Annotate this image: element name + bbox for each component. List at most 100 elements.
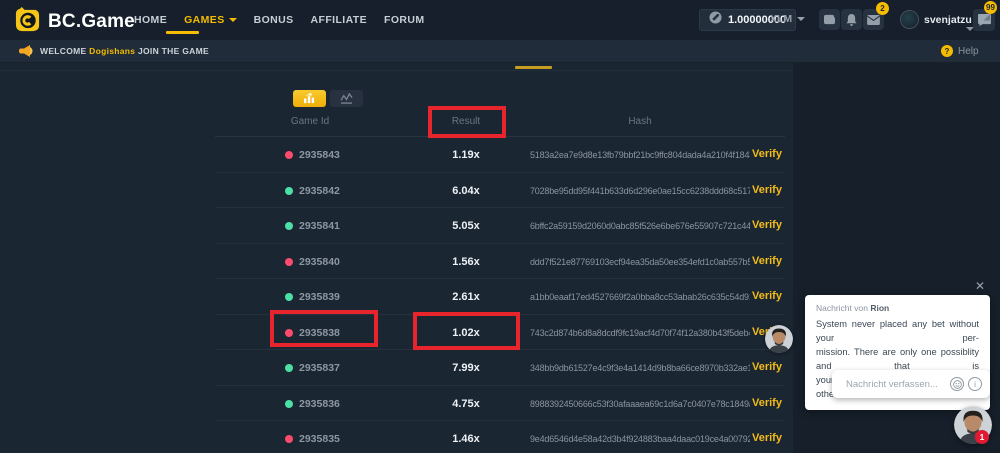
verify-link[interactable]: Verify — [752, 290, 782, 302]
bar-chart-icon — [303, 93, 316, 104]
welcome-username: Dogishans — [89, 46, 135, 56]
status-dot — [285, 400, 293, 408]
currency-selector[interactable]: XLM — [770, 13, 805, 25]
result-value: 2.61x — [395, 291, 537, 303]
announcement-bar: WELCOME Dogishans JOIN THE GAME ? Help — [0, 40, 1000, 63]
brand-name: BC.Game — [48, 11, 135, 33]
table-body: 2935843 1.19x 5183a2ea7e9d8e13fb79bbf21b… — [215, 137, 785, 453]
chat-input[interactable] — [846, 379, 946, 390]
emoji-icon[interactable] — [950, 377, 964, 391]
active-nav-underline — [166, 31, 199, 34]
status-dot — [285, 364, 293, 372]
game-id: 2935839 — [299, 291, 340, 303]
status-dot — [285, 293, 293, 301]
status-dot — [285, 435, 293, 443]
megaphone-icon — [19, 45, 33, 63]
welcome-suffix: JOIN THE GAME — [138, 46, 209, 56]
bell-icon — [846, 14, 857, 26]
column-header-hash: Hash — [585, 116, 695, 127]
coin-icon — [709, 11, 722, 29]
chat-bubble-icon — [978, 14, 991, 26]
table-row: 2935836 4.75x 8988392450666c53f30afaaaea… — [215, 386, 785, 422]
chat-from-label: Nachricht von — [816, 303, 868, 313]
hash-value: 7028be95dd95f441b633d6d296e0ae15cc6238dd… — [530, 186, 750, 196]
annotation-box-game-id-2935838 — [270, 310, 378, 347]
hash-value: a1bb0eaaf17ed4527669f2a0bba8cc53abab26c6… — [530, 292, 750, 302]
wallet-button[interactable] — [819, 9, 840, 30]
mail-icon — [867, 15, 880, 25]
mail-count-badge: 2 — [876, 2, 889, 15]
help-button[interactable]: ? Help — [941, 45, 979, 57]
game-id: 2935840 — [299, 256, 340, 268]
result-value: 1.19x — [395, 149, 537, 161]
game-id: 2935842 — [299, 185, 340, 197]
close-icon[interactable]: ✕ — [975, 279, 985, 293]
info-icon[interactable]: i — [968, 377, 982, 391]
verify-link[interactable]: Verify — [752, 397, 782, 409]
game-id: 2935843 — [299, 149, 340, 161]
chat-sender-name: Rion — [870, 303, 889, 313]
table-row: 2935837 7.99x 348bb9db61527e4c9f3e4a1414… — [215, 350, 785, 386]
annotation-box-result-header — [428, 106, 506, 138]
result-value: 5.05x — [395, 220, 537, 232]
welcome-message: WELCOME Dogishans JOIN THE GAME — [40, 46, 209, 56]
status-dot — [285, 151, 293, 159]
user-avatar[interactable] — [900, 10, 919, 29]
chat-unread-badge: 1 — [975, 430, 989, 444]
brand-logo[interactable]: BC.Game — [14, 6, 135, 38]
hash-value: 348bb9db61527e4c9f3e4a1414d9b8ba66ce8970… — [530, 363, 750, 373]
sender-avatar — [765, 325, 793, 353]
status-dot — [285, 187, 293, 195]
nav-games[interactable]: GAMES — [184, 14, 237, 26]
wallet-icon — [823, 14, 836, 25]
hash-value: 8988392450666c53f30afaaaea69c1d6a7c0407e… — [530, 399, 750, 409]
chat-from-line: Nachricht von Rion — [816, 303, 979, 313]
top-header: BC.Game HOME GAMES BONUS AFFILIATE FORUM… — [0, 0, 1000, 40]
active-tab-underline — [515, 66, 552, 69]
nav-forum[interactable]: FORUM — [384, 14, 425, 26]
chevron-down-icon — [797, 17, 805, 21]
verify-link[interactable]: Verify — [752, 184, 782, 196]
verify-link[interactable]: Verify — [752, 255, 782, 267]
verify-link[interactable]: Verify — [752, 432, 782, 444]
status-dot — [285, 222, 293, 230]
annotation-box-result-1-02x — [413, 312, 520, 350]
currency-code: XLM — [770, 13, 792, 25]
verify-link[interactable]: Verify — [752, 219, 782, 231]
verify-link[interactable]: Verify — [752, 361, 782, 373]
result-value: 1.56x — [395, 256, 537, 268]
game-id: 2935841 — [299, 220, 340, 232]
nav-bonus[interactable]: BONUS — [254, 14, 294, 26]
chevron-down-icon — [229, 18, 237, 22]
welcome-prefix: WELCOME — [40, 46, 86, 56]
result-value: 4.75x — [395, 398, 537, 410]
notifications-button[interactable] — [841, 9, 862, 30]
chat-input-pill: i — [832, 370, 990, 398]
hash-value: 9e4d6546d4e58a42d3b4f924883baa4daac019ce… — [530, 434, 750, 444]
hash-value: 6bffc2a59159d2060d0abc85f526e6be676e5590… — [530, 221, 750, 231]
trend-line-icon — [340, 93, 353, 104]
question-mark-icon: ? — [941, 45, 953, 57]
status-dot — [285, 258, 293, 266]
hash-value: 743c2d874b6d8a8dcdf9fc19acf4d70f74f12a38… — [530, 328, 750, 338]
result-value: 1.46x — [395, 433, 537, 445]
game-id: 2935836 — [299, 398, 340, 410]
chat-count-badge: 99 — [984, 1, 997, 14]
hash-value: 5183a2ea7e9d8e13fb79bbf21bc9ffc804dada4a… — [530, 150, 750, 160]
table-row: 2935841 5.05x 6bffc2a59159d2060d0abc85f5… — [215, 208, 785, 244]
nav-affiliate[interactable]: AFFILIATE — [311, 14, 367, 26]
verify-link[interactable]: Verify — [752, 148, 782, 160]
table-row: 2935842 6.04x 7028be95dd95f441b633d6d296… — [215, 173, 785, 209]
username[interactable]: svenjatzu — [924, 14, 972, 26]
game-id: 2935835 — [299, 433, 340, 445]
main-nav: HOME GAMES BONUS AFFILIATE FORUM — [134, 0, 425, 40]
game-history-table: Game Id Result Hash 2935843 1.19x 5183a2… — [215, 105, 785, 453]
table-row: 2935840 1.56x ddd7f521e87769103ecf94ea35… — [215, 244, 785, 280]
result-value: 6.04x — [395, 185, 537, 197]
bc-game-logo-icon — [14, 6, 41, 38]
game-id: 2935837 — [299, 362, 340, 374]
bc-game-page: BC.Game HOME GAMES BONUS AFFILIATE FORUM… — [0, 0, 1000, 453]
nav-home[interactable]: HOME — [134, 14, 167, 26]
hash-value: ddd7f521e87769103ecf94ea35da50ee354efd1c… — [530, 257, 750, 267]
result-value: 7.99x — [395, 362, 537, 374]
